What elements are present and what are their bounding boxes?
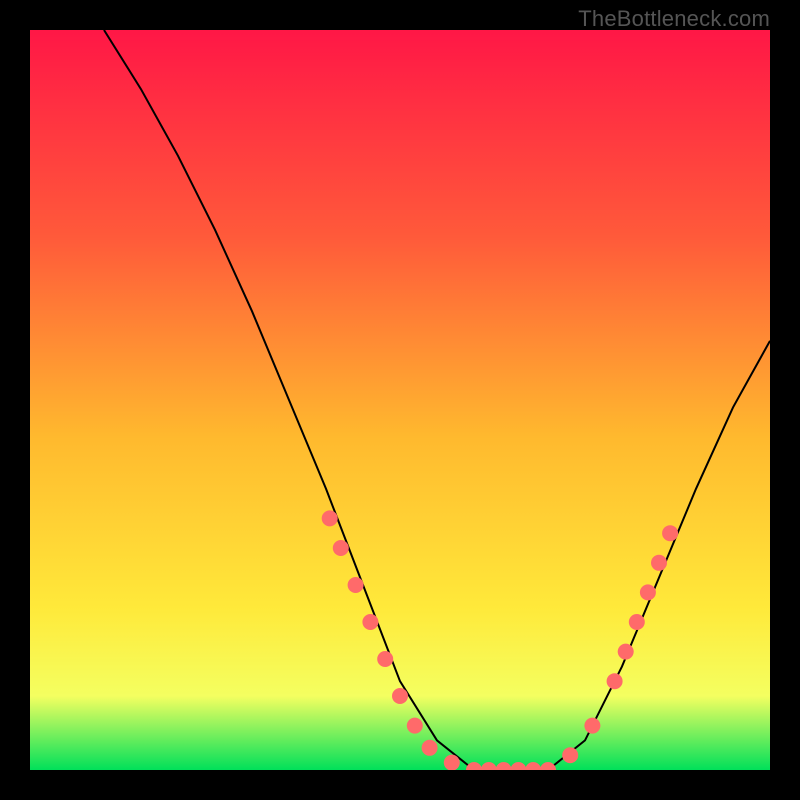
- data-marker: [651, 555, 667, 571]
- data-marker: [607, 673, 623, 689]
- data-marker: [444, 755, 460, 770]
- data-marker: [407, 718, 423, 734]
- data-marker: [392, 688, 408, 704]
- data-marker: [618, 644, 634, 660]
- data-marker: [640, 584, 656, 600]
- chart-stage: TheBottleneck.com: [0, 0, 800, 800]
- data-marker: [333, 540, 349, 556]
- data-marker: [584, 718, 600, 734]
- data-marker: [422, 740, 438, 756]
- data-marker: [362, 614, 378, 630]
- gradient-background: [30, 30, 770, 770]
- data-marker: [377, 651, 393, 667]
- data-marker: [662, 525, 678, 541]
- bottleneck-chart: [30, 30, 770, 770]
- data-marker: [629, 614, 645, 630]
- data-marker: [348, 577, 364, 593]
- plot-area: [30, 30, 770, 770]
- data-marker: [322, 510, 338, 526]
- watermark-text: TheBottleneck.com: [578, 6, 770, 32]
- data-marker: [562, 747, 578, 763]
